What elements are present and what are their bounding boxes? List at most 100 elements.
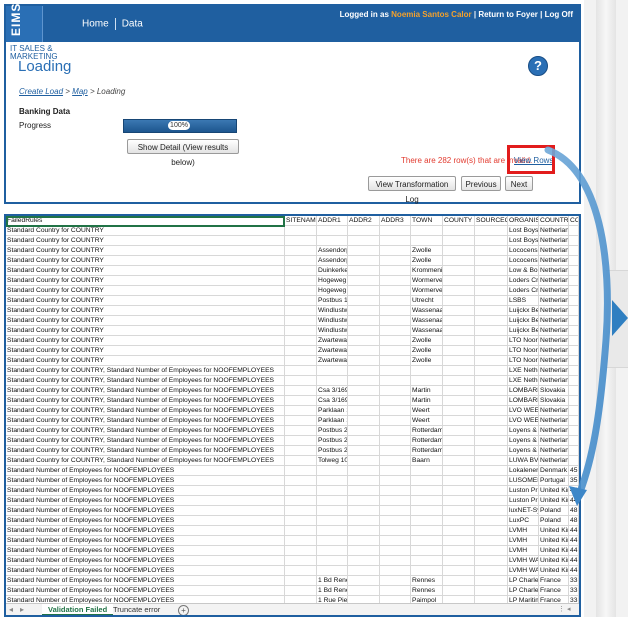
cell-organisation[interactable]: LVMH (508, 526, 539, 536)
cell-addr2[interactable] (348, 226, 380, 236)
cell-failed-rules[interactable]: Standard Number of Employees for NOOFEMP… (6, 566, 285, 576)
cell-addr1[interactable] (317, 496, 348, 506)
cell-sourceo[interactable] (475, 286, 508, 296)
cell-county[interactable] (443, 406, 475, 416)
cell-addr1[interactable] (317, 486, 348, 496)
cell-addr1[interactable] (317, 556, 348, 566)
cell-country-code[interactable] (569, 426, 579, 436)
cell-addr3[interactable] (380, 386, 411, 396)
cell-town[interactable]: Utrecht (411, 296, 443, 306)
scroll-left-icon[interactable]: ◂ (9, 604, 13, 615)
cell-organisation[interactable]: Loyens & L (508, 436, 539, 446)
cell-town[interactable]: Wassenaar (411, 326, 443, 336)
cell-addr3[interactable] (380, 486, 411, 496)
cell-sourceo[interactable] (475, 476, 508, 486)
cell-addr3[interactable] (380, 326, 411, 336)
cell-addr2[interactable] (348, 546, 380, 556)
cell-addr2[interactable] (348, 576, 380, 586)
cell-country-code[interactable]: 45 (569, 466, 579, 476)
cell-sourceo[interactable] (475, 506, 508, 516)
cell-sourceo[interactable] (475, 356, 508, 366)
cell-failed-rules[interactable]: Standard Number of Employees for NOOFEMP… (6, 586, 285, 596)
cell-organisation[interactable]: LTO Noorc (508, 336, 539, 346)
cell-sourceo[interactable] (475, 496, 508, 506)
cell-addr2[interactable] (348, 456, 380, 466)
cell-country-code[interactable]: 48 (569, 516, 579, 526)
cell-town[interactable]: Zwolle (411, 246, 443, 256)
cell-failed-rules[interactable]: Standard Country for COUNTRY (6, 306, 285, 316)
cell-sourceo[interactable] (475, 266, 508, 276)
cell-county[interactable] (443, 336, 475, 346)
cell-sourceo[interactable] (475, 526, 508, 536)
cell-sourceo[interactable] (475, 386, 508, 396)
cell-country-code[interactable]: 33 (569, 576, 579, 586)
cell-county[interactable] (443, 306, 475, 316)
cell-addr1[interactable]: Postbus 2888 (317, 436, 348, 446)
cell-country[interactable]: Netherlands (539, 456, 569, 466)
cell-failed-rules[interactable]: Standard Country for COUNTRY, Standard N… (6, 386, 285, 396)
cell-country[interactable]: Poland (539, 506, 569, 516)
cell-country-code[interactable] (569, 406, 579, 416)
cell-sitename[interactable] (285, 226, 317, 236)
cell-sitename[interactable] (285, 356, 317, 366)
breadcrumb-create-load[interactable]: Create Load (19, 87, 63, 96)
cell-addr3[interactable] (380, 266, 411, 276)
cell-country-code[interactable]: 48 (569, 506, 579, 516)
cell-sourceo[interactable] (475, 276, 508, 286)
cell-addr3[interactable] (380, 336, 411, 346)
cell-sitename[interactable] (285, 366, 317, 376)
cell-organisation[interactable]: LXE Nethe (508, 366, 539, 376)
cell-country[interactable]: United Kir (539, 496, 569, 506)
cell-addr3[interactable] (380, 276, 411, 286)
cell-organisation[interactable]: LVMH WA (508, 566, 539, 576)
cell-addr1[interactable]: Csa 3/1697 (317, 386, 348, 396)
cell-town[interactable]: Rennes (411, 586, 443, 596)
cell-failed-rules[interactable]: Standard Country for COUNTRY (6, 286, 285, 296)
cell-addr3[interactable] (380, 516, 411, 526)
cell-addr1[interactable] (317, 526, 348, 536)
cell-county[interactable] (443, 396, 475, 406)
cell-addr2[interactable] (348, 586, 380, 596)
cell-organisation[interactable]: LP Charles (508, 576, 539, 586)
cell-organisation[interactable]: LXE Nethe (508, 376, 539, 386)
cell-addr1[interactable] (317, 506, 348, 516)
cell-addr1[interactable]: Postbus 2888 (317, 426, 348, 436)
cell-country-code[interactable] (569, 246, 579, 256)
cell-failed-rules[interactable]: Standard Number of Employees for NOOFEMP… (6, 486, 285, 496)
cell-country[interactable]: United Kir (539, 536, 569, 546)
cell-addr1[interactable]: Postbus 19224 (317, 296, 348, 306)
cell-town[interactable] (411, 476, 443, 486)
cell-addr1[interactable]: Parklaan 1A (317, 416, 348, 426)
header-cell-addr1[interactable]: ADDR1 (317, 216, 348, 226)
cell-addr1[interactable] (317, 516, 348, 526)
cell-addr3[interactable] (380, 246, 411, 256)
cell-addr2[interactable] (348, 496, 380, 506)
cell-organisation[interactable]: LUWA BV (508, 456, 539, 466)
cell-addr2[interactable] (348, 306, 380, 316)
cell-failed-rules[interactable]: Standard Country for COUNTRY (6, 256, 285, 266)
cell-sitename[interactable] (285, 436, 317, 446)
cell-addr3[interactable] (380, 556, 411, 566)
cell-sourceo[interactable] (475, 466, 508, 476)
cell-addr1[interactable]: 1 Bd Rene Laennec (317, 576, 348, 586)
cell-county[interactable] (443, 366, 475, 376)
cell-town[interactable]: Wormerveer (411, 276, 443, 286)
cell-addr2[interactable] (348, 446, 380, 456)
cell-country[interactable]: Netherlands (539, 296, 569, 306)
cell-country-code[interactable] (569, 296, 579, 306)
cell-county[interactable] (443, 286, 475, 296)
cell-sitename[interactable] (285, 586, 317, 596)
cell-addr3[interactable] (380, 366, 411, 376)
cell-sourceo[interactable] (475, 256, 508, 266)
cell-sourceo[interactable] (475, 226, 508, 236)
cell-country-code[interactable] (569, 266, 579, 276)
cell-addr2[interactable] (348, 246, 380, 256)
cell-organisation[interactable]: Lost Boys (508, 226, 539, 236)
cell-country-code[interactable]: 44 (569, 556, 579, 566)
cell-county[interactable] (443, 436, 475, 446)
cell-organisation[interactable]: Luston Pri (508, 486, 539, 496)
cell-organisation[interactable]: LTO Noorc (508, 356, 539, 366)
cell-addr2[interactable] (348, 346, 380, 356)
cell-organisation[interactable]: LVO WEER (508, 406, 539, 416)
cell-sourceo[interactable] (475, 566, 508, 576)
